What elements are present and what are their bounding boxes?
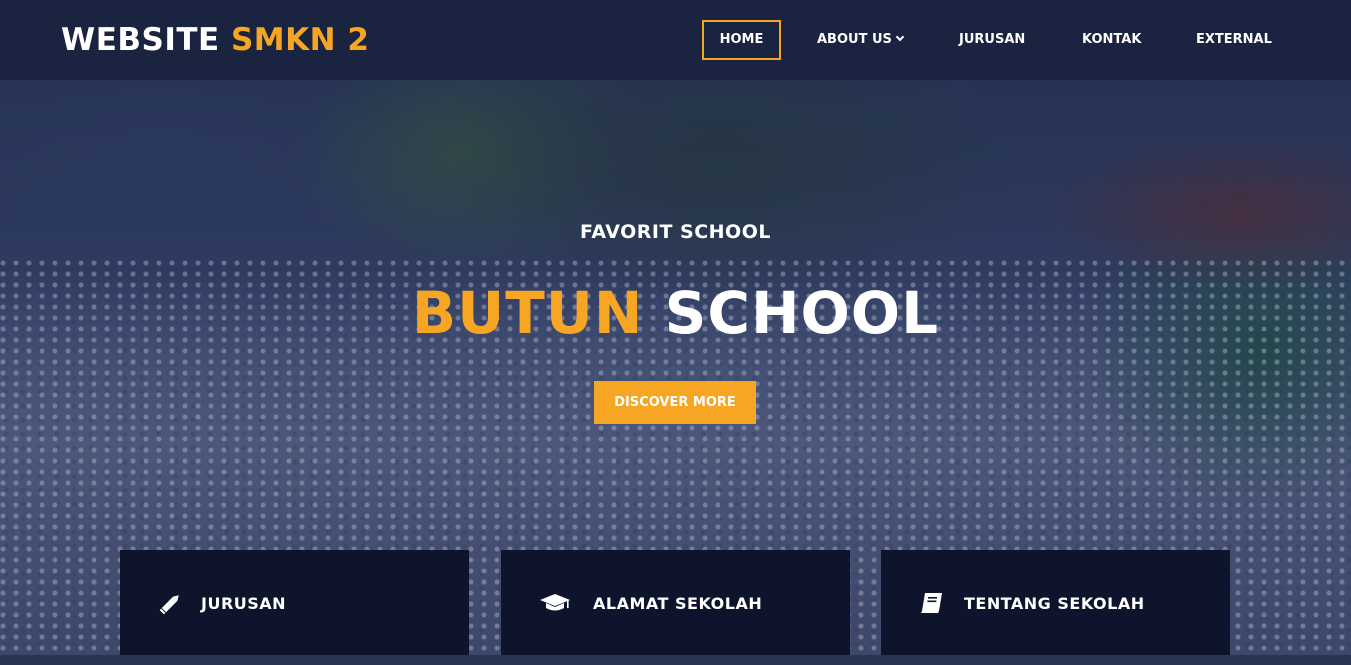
nav-about-us[interactable]: ABOUT US — [817, 20, 905, 60]
card-title: TENTANG SEKOLAH — [964, 594, 1145, 613]
card-title: JURUSAN — [201, 594, 287, 613]
card-jurusan[interactable]: JURUSAN — [120, 550, 469, 655]
nav-jurusan[interactable]: JURUSAN — [959, 20, 1025, 60]
graduation-cap-icon — [539, 592, 571, 614]
nav-external[interactable]: EXTERNAL — [1196, 20, 1272, 60]
site-logo[interactable]: WEBSITE SMKN 2 — [61, 20, 370, 60]
discover-more-button[interactable]: DISCOVER MORE — [594, 381, 756, 424]
brand-prefix: WEBSITE — [61, 22, 220, 58]
nav-home[interactable]: HOME — [702, 20, 781, 60]
site-header: WEBSITE SMKN 2 HOME ABOUT US JURUSAN KON… — [0, 0, 1351, 80]
headline-rest: SCHOOL — [664, 279, 940, 347]
chevron-down-icon — [895, 32, 905, 42]
page-bottom-strip — [0, 655, 1351, 665]
nav-about-us-label: ABOUT US — [817, 32, 892, 47]
book-icon — [919, 592, 945, 614]
headline-accent: BUTUN — [411, 279, 644, 347]
card-alamat-sekolah[interactable]: ALAMAT SEKOLAH — [501, 550, 850, 655]
card-title: ALAMAT SEKOLAH — [593, 594, 763, 613]
hero-subtitle: FAVORIT SCHOOL — [580, 221, 771, 243]
card-tentang-sekolah[interactable]: TENTANG SEKOLAH — [881, 550, 1230, 655]
hero-headline: BUTUN SCHOOL — [0, 277, 1351, 349]
pencil-icon — [158, 592, 184, 615]
nav-kontak[interactable]: KONTAK — [1082, 20, 1141, 60]
brand-accent: SMKN 2 — [230, 22, 370, 58]
